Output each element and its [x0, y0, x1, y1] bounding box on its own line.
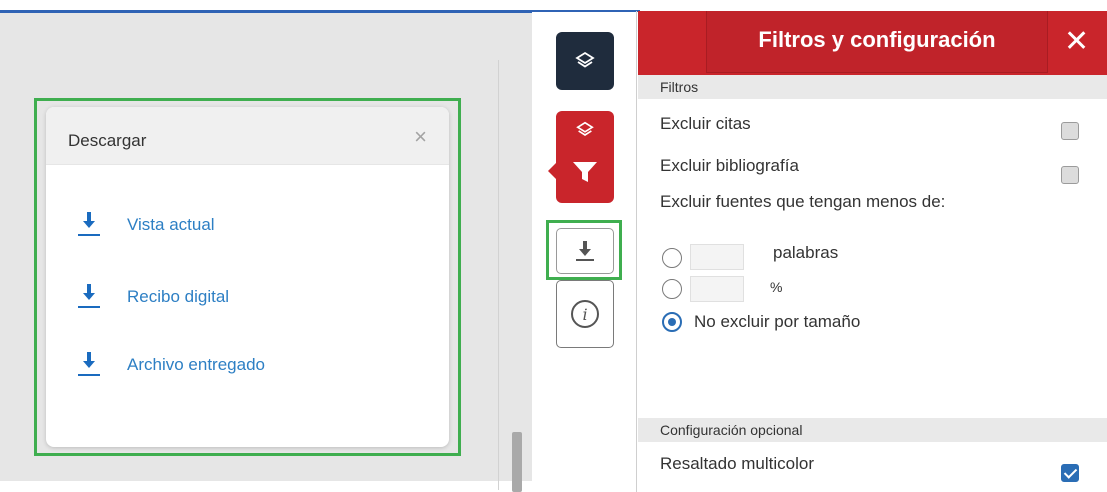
exclude-quotes-label: Excluir citas	[660, 114, 751, 133]
info-icon: i	[571, 300, 599, 328]
dialog-title: Descargar	[68, 131, 147, 150]
download-item-label: Recibo digital	[127, 287, 230, 306]
dialog-header: Descargar ×	[46, 107, 449, 165]
panel-divider	[636, 11, 637, 492]
multicolor-highlight-checkbox[interactable]	[1061, 464, 1079, 482]
download-current-view[interactable]: Vista actual	[78, 208, 215, 242]
download-item-label: Vista actual	[127, 215, 215, 234]
download-icon	[576, 241, 594, 261]
top-accent-line	[0, 10, 640, 12]
words-input[interactable]	[690, 244, 744, 270]
exclude-sources-label: Excluir fuentes que tengan menos de:	[660, 192, 946, 211]
words-radio[interactable]	[662, 248, 682, 268]
no-exclude-radio[interactable]	[662, 312, 682, 332]
filters-section-header: Filtros	[638, 75, 1107, 99]
percent-input[interactable]	[690, 276, 744, 302]
section-label: Configuración opcional	[660, 422, 803, 438]
download-icon	[78, 284, 100, 310]
download-dialog: Descargar × Vista actual Recibo digital …	[46, 107, 449, 447]
no-exclude-label: No excluir por tamaño	[694, 312, 861, 331]
download-submitted-file[interactable]: Archivo entregado	[78, 348, 265, 382]
panel-title: Filtros y configuración	[758, 27, 996, 52]
download-item-label: Archivo entregado	[127, 355, 265, 374]
exclude-bibliography-label: Excluir bibliografía	[660, 156, 799, 175]
scrollbar-thumb[interactable]	[512, 432, 522, 492]
optional-section-header: Configuración opcional	[638, 418, 1107, 442]
layers-button[interactable]	[556, 32, 614, 90]
close-icon[interactable]: ✕	[1064, 27, 1089, 57]
info-button[interactable]: i	[556, 280, 614, 348]
close-icon[interactable]: ×	[414, 124, 427, 150]
layers-icon	[576, 121, 594, 136]
exclude-bibliography-checkbox[interactable]	[1061, 166, 1079, 184]
percent-radio[interactable]	[662, 279, 682, 299]
filter-button[interactable]	[548, 111, 614, 203]
section-label: Filtros	[660, 79, 699, 95]
download-icon	[78, 352, 100, 378]
download-icon	[78, 212, 100, 238]
exclude-quotes-checkbox[interactable]	[1061, 122, 1079, 140]
app-root: Descargar × Vista actual Recibo digital …	[0, 0, 1107, 492]
download-digital-receipt[interactable]: Recibo digital	[78, 280, 229, 314]
layers-icon	[575, 51, 595, 68]
scroll-track	[498, 60, 499, 490]
panel-title-box: Filtros y configuración	[706, 11, 1048, 73]
multicolor-highlight-label: Resaltado multicolor	[660, 454, 815, 473]
download-button[interactable]	[556, 228, 614, 274]
filter-icon	[573, 162, 597, 182]
percent-unit-label: %	[770, 279, 783, 295]
words-unit-label: palabras	[773, 243, 839, 262]
